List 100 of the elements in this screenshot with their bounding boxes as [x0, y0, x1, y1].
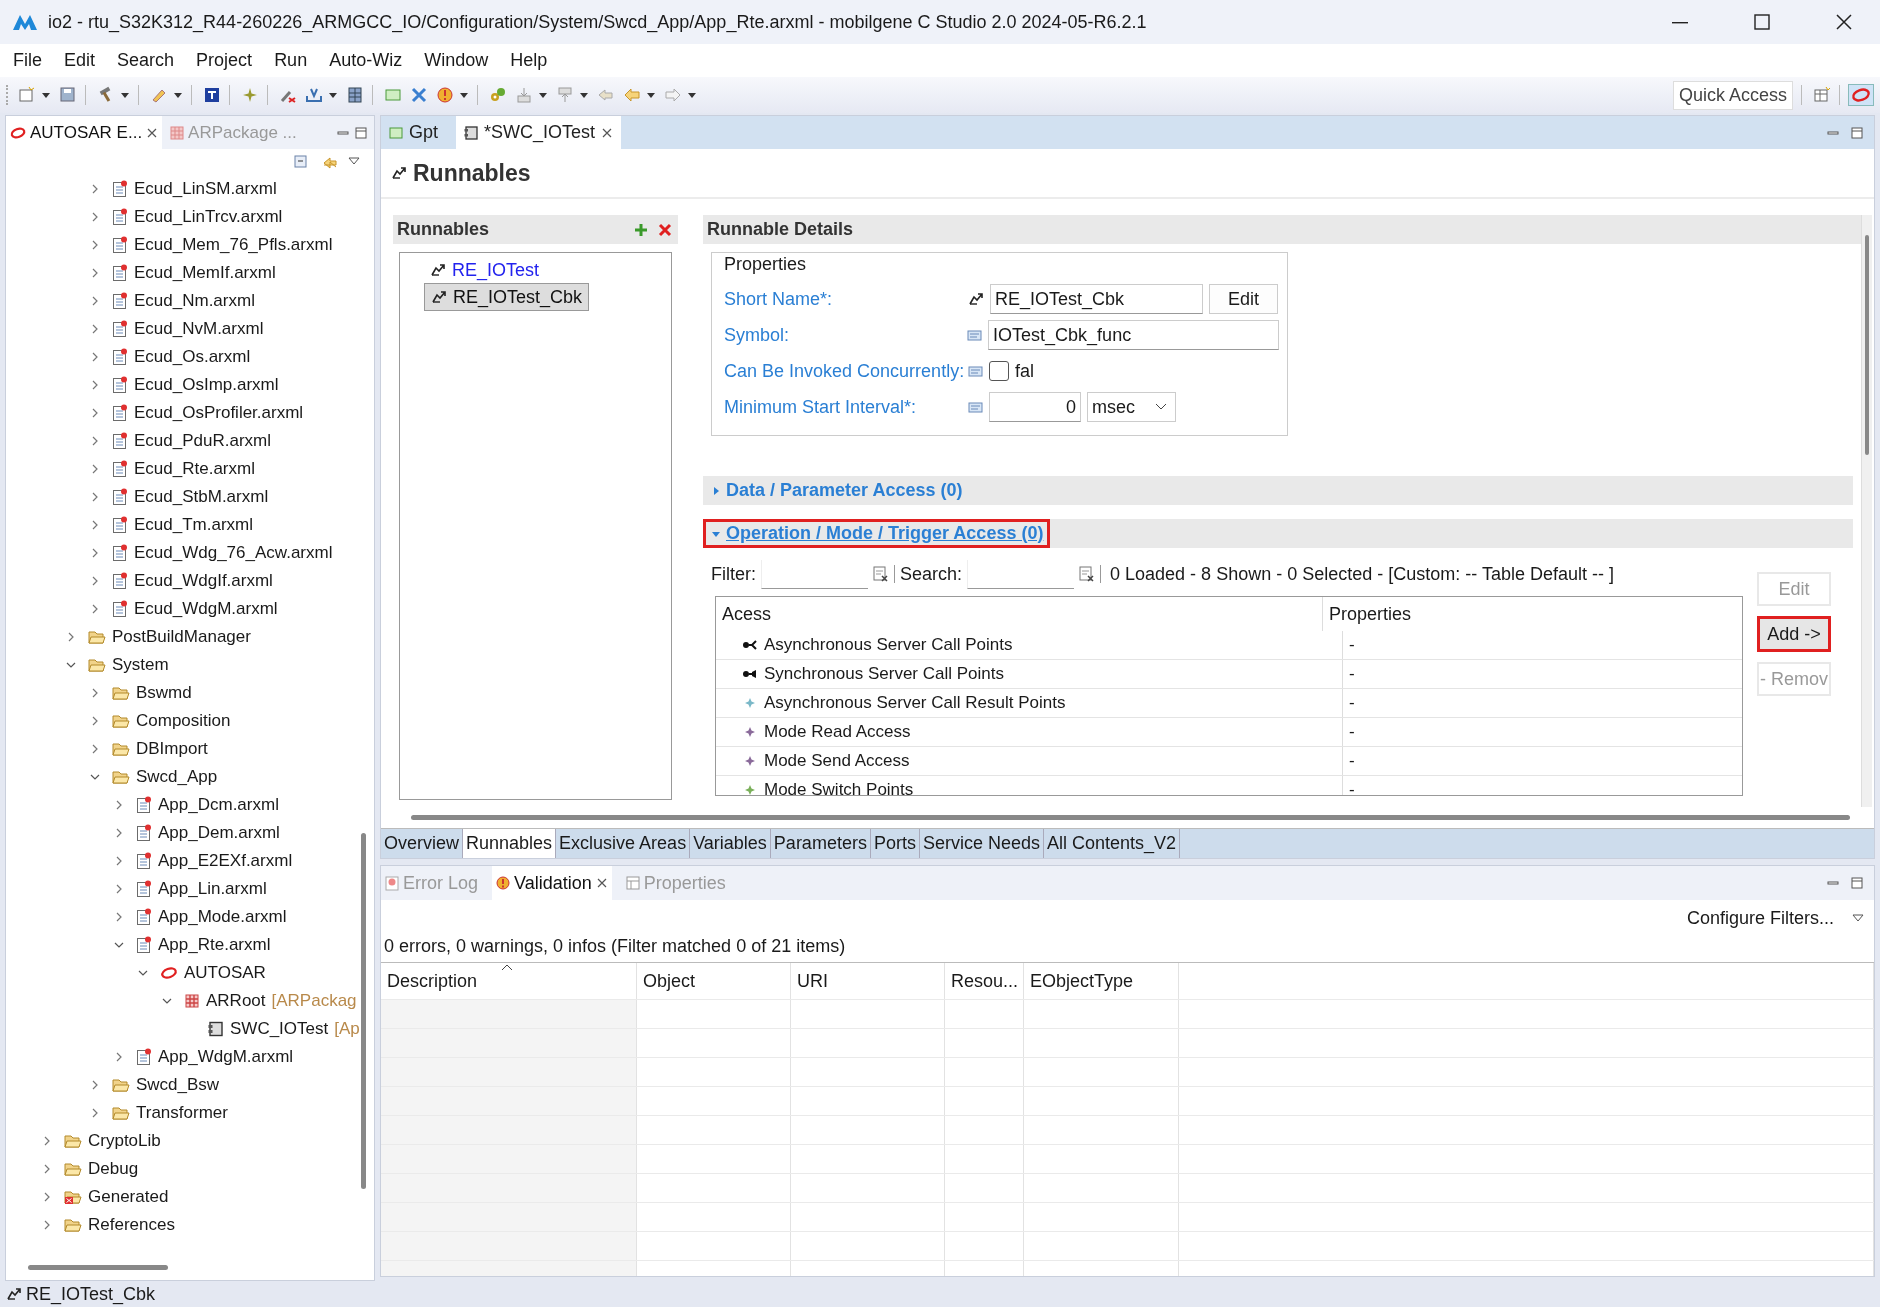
- field-label: Minimum Start Interval*:: [724, 396, 918, 418]
- table-cell: -: [1342, 776, 1742, 795]
- tree-item[interactable]: Ecud_WdgM.arxml: [6, 595, 278, 623]
- tree-item[interactable]: Generated: [6, 1183, 169, 1211]
- table-cell: Synchronous Server Call Points: [764, 664, 1004, 684]
- tree-item[interactable]: Swcd_Bsw: [6, 1071, 220, 1099]
- table-cell: Asynchronous Server Call Result Points: [764, 693, 1066, 713]
- page-tab[interactable]: Exclusive Areas: [556, 829, 691, 858]
- tree-item[interactable]: App_WdgM.arxml: [6, 1043, 294, 1071]
- tree-item[interactable]: App_Dem.arxml: [6, 819, 280, 847]
- table-cell: -: [1342, 718, 1742, 746]
- column-header[interactable]: Description: [381, 963, 637, 999]
- list-item[interactable]: RE_IOTest_Cbk: [424, 283, 590, 311]
- field-label: Filter:: [711, 563, 756, 585]
- table-cell: Mode Switch Points: [764, 780, 914, 795]
- menu-item[interactable]: Auto-Wiz: [320, 50, 412, 71]
- tree-item[interactable]: Ecud_PduR.arxml: [6, 427, 271, 455]
- table-cell: -: [1342, 660, 1742, 688]
- table-cell: Mode Read Access: [764, 722, 911, 742]
- field-label: Symbol:: [724, 324, 791, 346]
- menu-item[interactable]: Run: [265, 50, 317, 71]
- page-tab[interactable]: Parameters: [770, 829, 871, 858]
- group-title: Properties: [724, 253, 808, 276]
- menu-item[interactable]: Edit: [55, 50, 105, 71]
- table-cell: Mode Send Access: [764, 751, 910, 771]
- tree-item[interactable]: SWC_IOTest [Ap: [6, 1015, 359, 1043]
- tree-item[interactable]: Ecud_OsImp.arxml: [6, 371, 279, 399]
- tree-item[interactable]: App_Mode.arxml: [6, 903, 287, 931]
- tree-item[interactable]: Ecud_Wdg_76_Acw.arxml: [6, 539, 333, 567]
- tree-item[interactable]: Ecud_Nm.arxml: [6, 287, 255, 315]
- field-label: Can Be Invoked Concurrently:: [724, 360, 962, 382]
- tree-item[interactable]: Ecud_Rte.arxml: [6, 455, 255, 483]
- tree-item[interactable]: Ecud_NvM.arxml: [6, 315, 264, 343]
- tree-item[interactable]: Debug: [6, 1155, 139, 1183]
- summary-text: 0 errors, 0 warnings, 0 infos (Filter matched 0 of 21 items): [381, 936, 1874, 963]
- tree-item[interactable]: Bswmd: [6, 679, 192, 707]
- tree-item[interactable]: App_Lin.arxml: [6, 875, 267, 903]
- page-tab[interactable]: Variables: [690, 829, 771, 858]
- page-tab[interactable]: Ports: [870, 829, 920, 858]
- configure-filters-link[interactable]: Configure Filters...: [1686, 907, 1834, 929]
- editor-tab[interactable]: *SWC_IOTest: [456, 116, 622, 149]
- editor-tab[interactable]: Gpt: [381, 116, 446, 149]
- tree-item[interactable]: Ecud_Os.arxml: [6, 343, 251, 371]
- unit-dropdown[interactable]: msec: [1087, 392, 1176, 422]
- section-title: Runnables: [397, 219, 489, 240]
- tree-item[interactable]: Composition: [6, 707, 231, 735]
- view-tab[interactable]: Validation: [492, 866, 612, 900]
- tree-item[interactable]: DBImport: [6, 735, 208, 763]
- table-cell: -: [1342, 747, 1742, 775]
- menu-item[interactable]: File: [4, 50, 51, 71]
- tree-item[interactable]: Ecud_Mem_76_Pfls.arxml: [6, 231, 333, 259]
- field-label: Search:: [900, 563, 963, 585]
- tree-item[interactable]: Ecud_WdgIf.arxml: [6, 567, 273, 595]
- field-label: Short Name*:: [724, 288, 834, 310]
- window-title: io2 - rtu_S32K312_R44-260226_ARMGCC_IO/Configuration/System/Swcd_App/App_Rte.arxml - mobilgene C Studio 2.0 2024-05-R6.2.1: [48, 11, 1147, 33]
- tree-item[interactable]: Ecud_LinTrcv.arxml: [6, 203, 283, 231]
- column-header[interactable]: URI: [791, 963, 945, 999]
- tree-item[interactable]: App_E2EXf.arxml: [6, 847, 293, 875]
- tree-item[interactable]: CryptoLib: [6, 1127, 161, 1155]
- table-cell: -: [1342, 689, 1742, 717]
- tree-item[interactable]: Ecud_OsProfiler.arxml: [6, 399, 304, 427]
- menu-item[interactable]: Search: [108, 50, 184, 71]
- tree-item[interactable]: Swcd_App: [6, 763, 218, 791]
- page-tab[interactable]: All Contents_V2: [1044, 829, 1181, 858]
- page-tab[interactable]: Service Needs: [919, 829, 1044, 858]
- tree-item[interactable]: Ecud_LinSM.arxml: [6, 175, 277, 203]
- tree-item[interactable]: PostBuildManager: [6, 623, 251, 651]
- tree-item[interactable]: Ecud_Tm.arxml: [6, 511, 254, 539]
- status-text: RE_IOTest_Cbk: [26, 1283, 156, 1305]
- list-item[interactable]: RE_IOTest: [424, 257, 546, 283]
- view-tab[interactable]: AUTOSAR E...: [6, 116, 163, 149]
- tree-item[interactable]: AUTOSAR: [6, 959, 266, 987]
- checkbox-label: fal: [1015, 360, 1034, 382]
- tree-item[interactable]: Ecud_StbM.arxml: [6, 483, 269, 511]
- tree-item[interactable]: System: [6, 651, 169, 679]
- tree-item[interactable]: App_Rte.arxml: [6, 931, 271, 959]
- tree-item[interactable]: Ecud_MemIf.arxml: [6, 259, 276, 287]
- status-text: 0 Loaded - 8 Shown - 0 Selected - [Custom: -- Table Default -- ]: [1110, 563, 1614, 585]
- page-title: Runnables: [413, 159, 531, 187]
- tree-item[interactable]: References: [6, 1211, 175, 1239]
- quick-access-field[interactable]: Quick Access: [1672, 80, 1793, 110]
- column-header[interactable]: EObjectType: [1024, 963, 1179, 999]
- menu-item[interactable]: Window: [415, 50, 498, 71]
- menu-item[interactable]: Project: [187, 50, 262, 71]
- edit-button[interactable]: Edit: [1209, 284, 1279, 314]
- input-field[interactable]: 0: [989, 392, 1081, 422]
- tree-item[interactable]: App_Dcm.arxml: [6, 791, 279, 819]
- tree-item[interactable]: Transformer: [6, 1099, 228, 1127]
- column-header[interactable]: Acess: [716, 603, 1322, 625]
- column-header[interactable]: Properties: [1322, 597, 1742, 631]
- table-cell: -: [1342, 631, 1742, 659]
- input-field[interactable]: IOTest_Cbk_func: [988, 320, 1279, 350]
- action-button[interactable]: Add ->: [1757, 616, 1831, 652]
- section-title: Runnable Details: [707, 219, 854, 240]
- page-tab[interactable]: Runnables: [463, 829, 557, 858]
- tree-item[interactable]: ARRoot [ARPackag: [6, 987, 357, 1015]
- menu-item[interactable]: Help: [501, 50, 557, 71]
- column-header[interactable]: Object: [637, 963, 791, 999]
- column-header[interactable]: Resou...: [945, 963, 1024, 999]
- input-field[interactable]: RE_IOTest_Cbk: [990, 284, 1203, 314]
